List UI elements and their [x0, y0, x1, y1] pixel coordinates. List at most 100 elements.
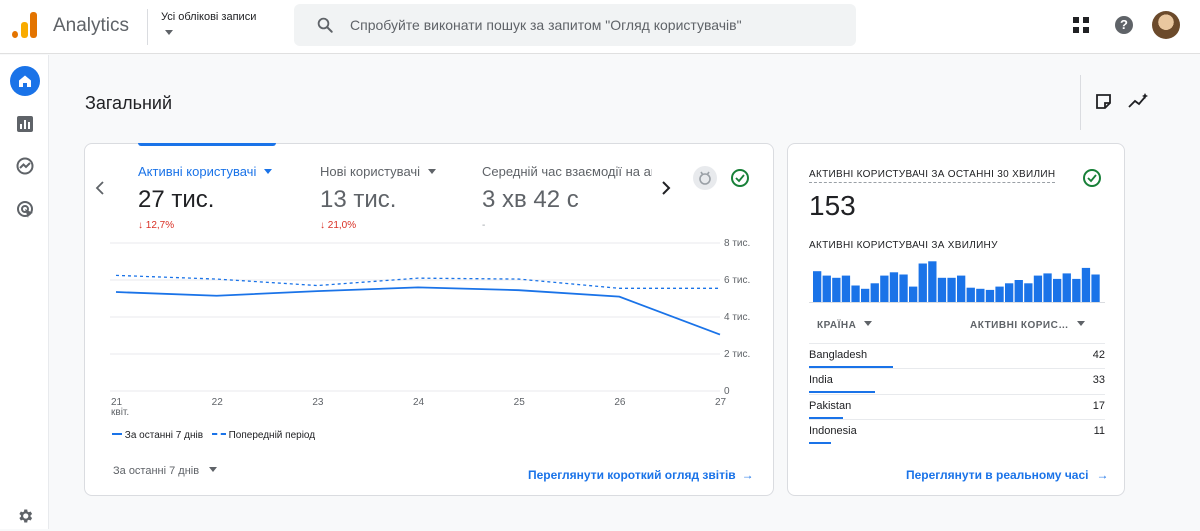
realtime-value: 153: [809, 190, 856, 221]
realtime-title[interactable]: АКТИВНІ КОРИСТУВАЧІ ЗА ОСТАННІ 30 ХВИЛИН: [809, 169, 1056, 183]
sidebar: [0, 55, 49, 529]
minute-bar: [966, 287, 975, 302]
chevron-down-icon: [165, 30, 173, 35]
check-circle-icon[interactable]: [1083, 169, 1101, 187]
minute-bar: [832, 277, 841, 302]
sidebar-item-reports[interactable]: [10, 109, 40, 139]
minute-bar: [1014, 280, 1023, 302]
view-realtime-link[interactable]: Переглянути в реальному часі →: [906, 468, 1108, 482]
series-line-solid: [115, 286, 721, 336]
avatar[interactable]: [1152, 11, 1180, 39]
minute-bar: [1062, 273, 1071, 302]
share-bar: [809, 442, 831, 444]
gear-icon: [19, 509, 33, 523]
arrow-right-icon: →: [741, 468, 754, 482]
sidebar-item-home[interactable]: [10, 66, 40, 96]
top-bar: Analytics Усі облікові записи Спробуйте …: [0, 0, 1200, 54]
help-icon[interactable]: ?: [1115, 16, 1133, 34]
column-header-country[interactable]: КРАЇНА: [817, 320, 873, 331]
minute-bar: [1081, 267, 1091, 302]
y-tick-label: 8 тис.: [724, 238, 750, 249]
table-row[interactable]: Pakistan 17: [809, 394, 1105, 419]
minute-bar: [985, 289, 995, 302]
account-picker[interactable]: Усі облікові записи: [147, 9, 256, 45]
minute-bar: [1091, 274, 1100, 302]
y-tick-label: 6 тис.: [724, 275, 750, 286]
series-line-dashed: [115, 274, 720, 289]
insights-icon[interactable]: [1128, 92, 1150, 110]
minute-bar: [995, 286, 1004, 302]
y-tick-label: 4 тис.: [724, 312, 750, 323]
table-row[interactable]: Bangladesh 42: [809, 343, 1105, 368]
search-input[interactable]: Спробуйте виконати пошук за запитом "Огл…: [350, 17, 742, 33]
analytics-logo[interactable]: [12, 12, 38, 38]
apps-grid-icon[interactable]: [1073, 17, 1089, 33]
sidebar-item-advertising[interactable]: [10, 194, 40, 224]
x-tick-label: 26: [614, 397, 626, 408]
minute-bar: [1024, 283, 1033, 302]
minute-bar: [822, 275, 831, 302]
search-bar[interactable]: Спробуйте виконати пошук за запитом "Огл…: [294, 4, 856, 46]
date-range-selector[interactable]: За останні 7 днів: [113, 465, 218, 477]
x-tick-label: 25: [514, 397, 526, 408]
minute-bar: [937, 277, 947, 302]
share-bar: [809, 391, 876, 393]
divider: [1080, 75, 1081, 130]
minute-bar: [1005, 283, 1014, 302]
x-tick-label: 24: [413, 397, 425, 408]
minute-bar: [870, 283, 879, 302]
country-name: India: [809, 374, 833, 386]
table-row[interactable]: India 33: [809, 368, 1105, 393]
per-minute-label: АКТИВНІ КОРИСТУВАЧІ ЗА ХВИЛИНУ: [809, 240, 998, 251]
country-users: 11: [1093, 425, 1105, 437]
app-name[interactable]: Analytics: [53, 15, 129, 37]
note-icon[interactable]: [1095, 93, 1112, 110]
x-tick-label: 27: [715, 397, 727, 408]
minute-bar: [957, 275, 966, 302]
explore-icon: [16, 157, 34, 175]
country-users: 42: [1092, 349, 1105, 361]
minute-bar: [889, 272, 899, 302]
chevron-down-icon: [1076, 321, 1085, 326]
per-minute-bar-chart: [809, 261, 1105, 303]
y-tick-label: 2 тис.: [724, 349, 750, 360]
bar-chart-icon: [17, 116, 33, 132]
chevron-down-icon: [864, 321, 873, 326]
minute-bar: [1072, 278, 1081, 302]
y-tick-label: 0: [724, 386, 730, 397]
view-reports-link[interactable]: Переглянути короткий огляд звітів →: [528, 468, 754, 482]
realtime-card: АКТИВНІ КОРИСТУВАЧІ ЗА ОСТАННІ 30 ХВИЛИН…: [787, 143, 1125, 496]
account-label: Усі облікові записи: [161, 11, 257, 23]
minute-bar: [909, 286, 918, 302]
chart-legend: За останні 7 днів Попередній період: [112, 430, 315, 441]
x-tick-sublabel: квіт.: [111, 407, 129, 418]
arrow-right-icon: →: [1096, 468, 1109, 482]
legend-label: Попередній період: [228, 430, 316, 441]
sidebar-item-admin[interactable]: [10, 501, 40, 531]
x-tick-label: 22: [212, 397, 224, 408]
sidebar-item-explore[interactable]: [10, 151, 40, 181]
minute-bar: [880, 275, 889, 302]
minute-bar: [1033, 275, 1043, 302]
minute-bar: [1043, 273, 1052, 302]
country-users: 33: [1092, 374, 1105, 386]
country-name: Indonesia: [809, 425, 857, 437]
legend-swatch-dashed: [211, 433, 226, 435]
column-header-users[interactable]: АКТИВНІ КОРИС…: [970, 320, 1085, 331]
minute-bar: [918, 263, 927, 302]
chevron-down-icon: [209, 467, 218, 472]
date-range-label: За останні 7 днів: [113, 465, 200, 477]
country-name: Bangladesh: [809, 349, 868, 361]
table-row[interactable]: Indonesia 11: [809, 419, 1105, 444]
minute-bar: [899, 274, 908, 302]
home-icon: [19, 75, 31, 87]
minute-bar: [813, 271, 822, 302]
country-users: 17: [1092, 400, 1105, 412]
legend-label: За останні 7 днів: [124, 430, 204, 441]
minute-bar: [841, 275, 851, 302]
minute-bar: [851, 285, 860, 302]
minute-bar: [947, 277, 956, 302]
minute-bar: [928, 261, 937, 302]
minute-bar: [861, 288, 870, 302]
x-tick-label: 23: [312, 397, 324, 408]
